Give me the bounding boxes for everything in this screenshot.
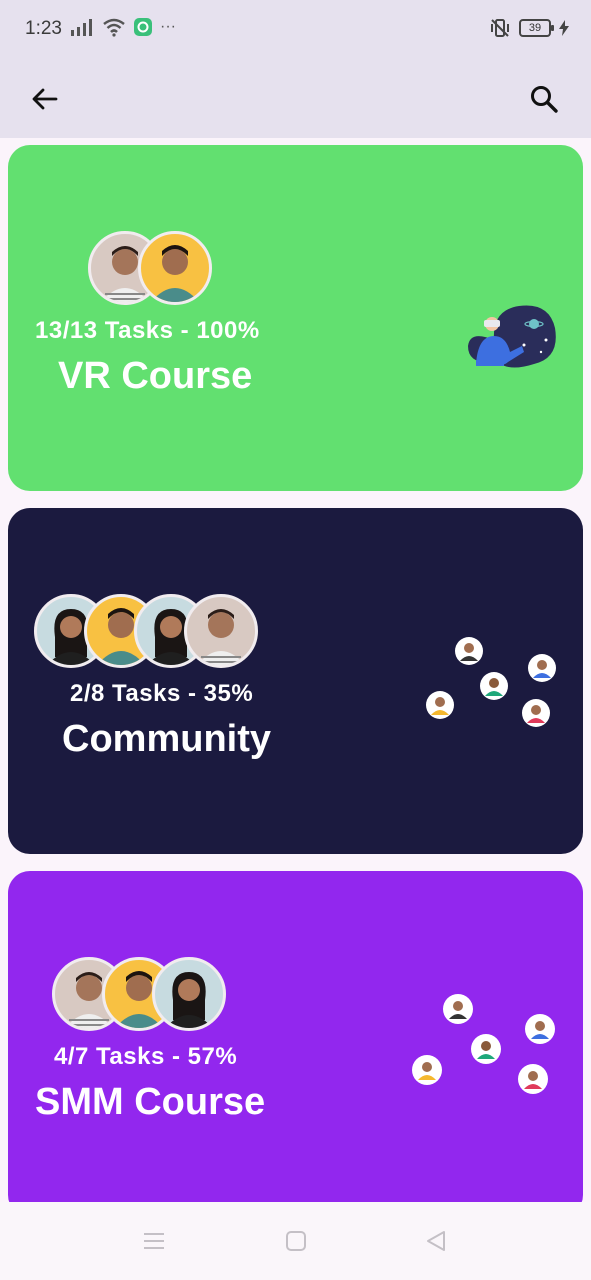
vr-headset-illustration [468, 305, 556, 368]
battery-icon: 39 [519, 19, 554, 37]
avatar [138, 231, 212, 305]
menu-icon [144, 1233, 164, 1249]
task-progress-text: 4/7 Tasks - 57% [54, 1043, 238, 1070]
people-network-illustration [412, 994, 555, 1094]
arrow-left-icon [32, 88, 58, 110]
task-progress-text: 2/8 Tasks - 35% [70, 680, 254, 707]
avatar [184, 594, 258, 668]
app-bar [0, 60, 591, 138]
system-navigation-bar [0, 1202, 591, 1280]
app-notification-icon [134, 18, 152, 36]
project-card-community[interactable]: 2/8 Tasks - 35% Community [8, 508, 583, 854]
more-indicator: ··· [160, 18, 176, 35]
back-nav-button[interactable] [421, 1226, 451, 1256]
task-progress-text: 13/13 Tasks - 100% [35, 317, 260, 344]
recent-apps-button[interactable] [139, 1226, 169, 1256]
silent-vibrate-icon [491, 19, 509, 37]
search-icon [531, 86, 558, 113]
home-button[interactable] [281, 1226, 311, 1256]
status-bar: 1:23 ··· 39 [0, 0, 591, 60]
card-title: SMM Course [35, 1081, 266, 1123]
project-card-vr-course[interactable]: 13/13 Tasks - 100% VR Course [8, 145, 583, 491]
project-card-smm-course[interactable]: 4/7 Tasks - 57% SMM Course [8, 871, 583, 1217]
status-time: 1:23 [25, 18, 62, 39]
charging-icon [559, 20, 569, 36]
card-title: VR Course [58, 355, 253, 397]
wifi-icon [103, 18, 125, 37]
search-button[interactable] [522, 77, 566, 121]
avatar [152, 957, 226, 1031]
home-square-icon [286, 1231, 306, 1251]
back-triangle-icon [427, 1231, 445, 1251]
back-button[interactable] [23, 77, 67, 121]
card-title: Community [62, 718, 271, 760]
signal-icon [71, 19, 92, 36]
people-network-illustration [426, 637, 556, 727]
